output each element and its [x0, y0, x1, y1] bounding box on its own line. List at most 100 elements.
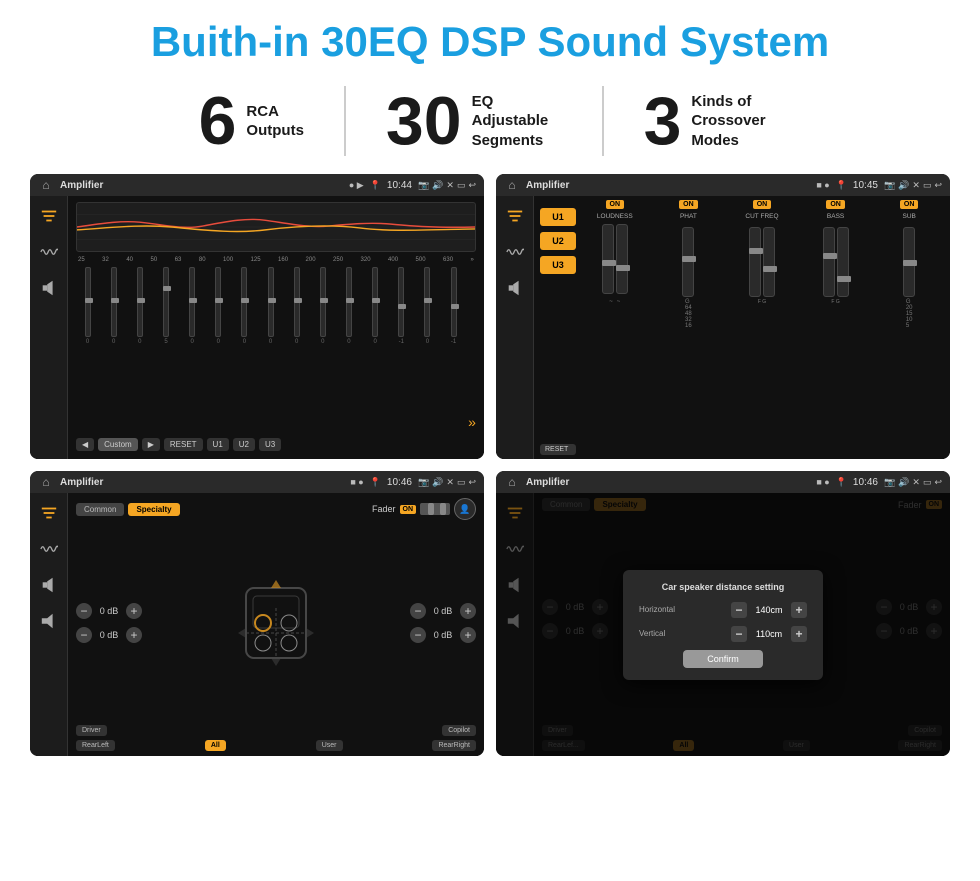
slider-2: 0 [102, 267, 125, 430]
vol-minus-2[interactable]: − [76, 627, 92, 643]
u1-btn[interactable]: U1 [207, 438, 229, 451]
slider-track-9[interactable] [294, 267, 300, 337]
fader-slider-mini[interactable] [420, 503, 450, 515]
slider-12: 0 [364, 267, 387, 430]
slider-track-14[interactable] [424, 267, 430, 337]
slider-track-10[interactable] [320, 267, 326, 337]
slider-track-3[interactable] [137, 267, 143, 337]
fader-label: Fader [372, 504, 396, 514]
slider-track-4[interactable] [163, 267, 169, 337]
slider-track-11[interactable] [346, 267, 352, 337]
bass-fader-2[interactable] [837, 227, 849, 297]
freq-250: 250 [333, 257, 343, 263]
vertical-minus[interactable]: − [731, 626, 747, 642]
slider-track-7[interactable] [241, 267, 247, 337]
sidebar-speaker-icon[interactable] [37, 276, 61, 300]
phat-toggle[interactable]: ON [679, 200, 698, 209]
freq-200: 200 [306, 257, 316, 263]
sidebar-filter-icon[interactable] [37, 204, 61, 228]
sidebar-wave-icon[interactable] [37, 240, 61, 264]
fader-main: Common Specialty Fader ON 👤 [68, 493, 484, 756]
slider-track-5[interactable] [189, 267, 195, 337]
rearright-btn[interactable]: RearRight [432, 740, 476, 751]
vertical-plus[interactable]: + [791, 626, 807, 642]
preset-u2[interactable]: U2 [540, 232, 576, 250]
confirm-button[interactable]: Confirm [683, 650, 763, 668]
slider-track-2[interactable] [111, 267, 117, 337]
eq-sidebar [30, 196, 68, 459]
all-btn[interactable]: All [205, 740, 226, 751]
horizontal-plus[interactable]: + [791, 602, 807, 618]
slider-track-15[interactable] [451, 267, 457, 337]
sidebar-speaker-icon-3[interactable] [37, 573, 61, 597]
fader-screen-content: Common Specialty Fader ON 👤 [30, 493, 484, 756]
user-btn[interactable]: User [316, 740, 343, 751]
u2-btn[interactable]: U2 [233, 438, 255, 451]
slider-7: 0 [233, 267, 256, 430]
phat-fader[interactable] [682, 227, 694, 297]
custom-btn[interactable]: Custom [98, 438, 138, 451]
bass-faders [823, 224, 849, 299]
cutfreq-fader-1[interactable] [749, 227, 761, 297]
loudness-fader-1[interactable] [602, 224, 614, 294]
dialog-title: Car speaker distance setting [639, 582, 807, 592]
sidebar-wave-icon-2[interactable] [503, 240, 527, 264]
driver-btn[interactable]: Driver [76, 725, 107, 736]
u3-btn[interactable]: U3 [259, 438, 281, 451]
vertical-row: Vertical − 110cm + [639, 626, 807, 642]
dot-icon-4: ■ ● [816, 477, 829, 487]
sub-fader[interactable] [903, 227, 915, 297]
bass-fader-1[interactable] [823, 227, 835, 297]
vol-plus-2[interactable]: + [126, 627, 142, 643]
crossover-sidebar [496, 196, 534, 459]
loudness-faders [602, 224, 628, 299]
cutfreq-fader-2[interactable] [763, 227, 775, 297]
vol-plus-4[interactable]: + [460, 627, 476, 643]
car-diagram-area [150, 526, 402, 720]
horizontal-minus[interactable]: − [731, 602, 747, 618]
rearleft-btn[interactable]: RearLeft [76, 740, 115, 751]
freq-40: 40 [126, 257, 133, 263]
vol-minus-4[interactable]: − [410, 627, 426, 643]
vol-plus-3[interactable]: + [460, 603, 476, 619]
specialty-tab[interactable]: Specialty [128, 503, 179, 516]
vol-val-3: 0 dB [429, 606, 457, 616]
preset-u3[interactable]: U3 [540, 256, 576, 274]
sidebar-filter-icon-3[interactable] [37, 501, 61, 525]
loudness-fader-2[interactable] [616, 224, 628, 294]
sub-toggle[interactable]: ON [900, 200, 919, 209]
slider-track-13[interactable] [398, 267, 404, 337]
copilot-btn[interactable]: Copilot [442, 725, 476, 736]
preset-u1[interactable]: U1 [540, 208, 576, 226]
slider-track-1[interactable] [85, 267, 91, 337]
eq-graph [76, 202, 476, 252]
freq-25: 25 [78, 257, 85, 263]
reset-btn[interactable]: RESET [164, 438, 203, 451]
cutfreq-toggle[interactable]: ON [753, 200, 772, 209]
common-tab[interactable]: Common [76, 503, 124, 516]
sidebar-filter-icon-2[interactable] [503, 204, 527, 228]
location-icon-4: 📍 [836, 477, 847, 488]
vol-plus-1[interactable]: + [126, 603, 142, 619]
sidebar-speaker-icon-2[interactable] [503, 276, 527, 300]
slider-track-6[interactable] [215, 267, 221, 337]
page-wrapper: Buith-in 30EQ DSP Sound System 6 RCAOutp… [0, 0, 980, 881]
sub-name: SUB [902, 213, 915, 220]
sidebar-wave-icon-3[interactable] [37, 537, 61, 561]
fader-toggle[interactable]: ON [400, 505, 417, 514]
dialog-status-title: Amplifier [526, 477, 810, 488]
vol-minus-3[interactable]: − [410, 603, 426, 619]
freq-labels: 25 32 40 50 63 80 100 125 160 200 250 32… [76, 257, 476, 263]
freq-100: 100 [223, 257, 233, 263]
xover-reset-btn[interactable]: RESET [540, 444, 576, 455]
slider-track-12[interactable] [372, 267, 378, 337]
loudness-toggle[interactable]: ON [606, 200, 625, 209]
bass-toggle[interactable]: ON [826, 200, 845, 209]
horizontal-control: − 140cm + [731, 602, 807, 618]
prev-btn[interactable]: ◀ [76, 438, 94, 451]
freq-more: » [471, 257, 474, 263]
play-btn[interactable]: ▶ [142, 438, 160, 451]
slider-track-8[interactable] [268, 267, 274, 337]
vol-minus-1[interactable]: − [76, 603, 92, 619]
sidebar-volume-icon-3[interactable] [37, 609, 61, 633]
